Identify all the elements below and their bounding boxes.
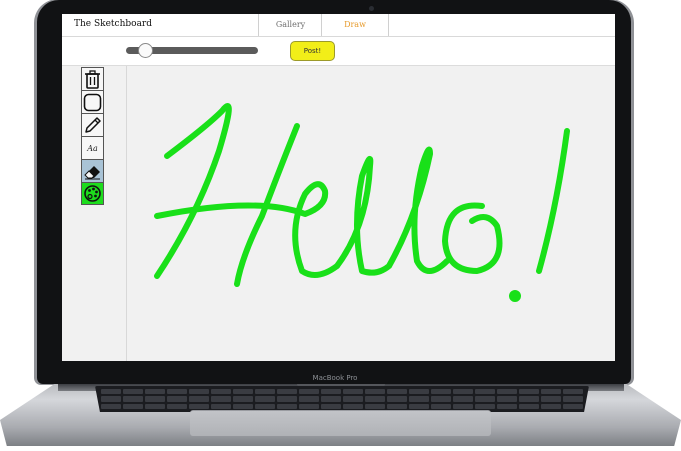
keyboard-key	[365, 389, 385, 395]
keyboard-key	[321, 396, 341, 402]
keyboard-key	[497, 396, 517, 402]
drawing-canvas[interactable]	[127, 66, 615, 361]
palette-icon	[84, 185, 101, 202]
drawing-controls: Post!	[62, 37, 615, 66]
keyboard-key	[211, 403, 231, 409]
keyboard-key	[321, 389, 341, 395]
keyboard-key	[387, 396, 407, 402]
keyboard-key	[123, 403, 143, 409]
rounded-square-icon	[83, 93, 102, 111]
text-icon: Aa	[87, 143, 98, 153]
top-navbar: The Sketchboard Gallery Draw	[62, 14, 615, 37]
keyboard-key	[365, 396, 385, 402]
keyboard-key	[497, 403, 517, 409]
keyboard-key	[299, 389, 319, 395]
keyboard-key	[211, 396, 231, 402]
keyboard-key	[563, 403, 583, 409]
keyboard-key	[541, 403, 561, 409]
keyboard-key	[233, 403, 253, 409]
keyboard	[95, 386, 589, 412]
slider-thumb[interactable]	[137, 43, 153, 58]
keyboard-key	[541, 389, 561, 395]
keyboard-key	[343, 389, 363, 395]
keyboard-key	[167, 403, 187, 409]
keyboard-key	[233, 396, 253, 402]
keyboard-key	[299, 396, 319, 402]
keyboard-key	[189, 396, 209, 402]
keyboard-key	[475, 403, 495, 409]
keyboard-key	[519, 403, 539, 409]
tab-draw[interactable]: Draw	[321, 14, 389, 36]
keyboard-key	[431, 403, 451, 409]
keyboard-key	[277, 396, 297, 402]
keyboard-key	[453, 396, 473, 402]
trackpad	[190, 410, 491, 436]
trash-button[interactable]	[81, 67, 104, 90]
keyboard-key	[101, 396, 121, 402]
keyboard-key	[343, 396, 363, 402]
pencil-button[interactable]	[81, 113, 104, 136]
keyboard-key	[189, 389, 209, 395]
keyboard-key	[101, 403, 121, 409]
keyboard-key	[475, 389, 495, 395]
shape-button[interactable]	[81, 90, 104, 113]
keyboard-key	[365, 403, 385, 409]
keyboard-key	[233, 389, 253, 395]
keyboard-key	[189, 403, 209, 409]
keyboard-key	[409, 389, 429, 395]
keyboard-key	[387, 403, 407, 409]
keyboard-key	[123, 389, 143, 395]
keyboard-key	[409, 396, 429, 402]
eraser-icon	[84, 165, 100, 179]
trash-icon	[85, 69, 100, 89]
tab-gallery[interactable]: Gallery	[258, 14, 322, 36]
keyboard-key	[255, 389, 275, 395]
stroke-exclaim-dot	[509, 290, 521, 302]
keyboard-key	[167, 396, 187, 402]
stroke-ll	[334, 146, 450, 276]
post-button[interactable]: Post!	[290, 41, 335, 61]
keyboard-key	[343, 403, 363, 409]
hello-handwriting	[154, 103, 570, 302]
keyboard-key	[123, 396, 143, 402]
text-button[interactable]: Aa	[81, 136, 104, 159]
keyboard-key	[101, 389, 121, 395]
keyboard-key	[497, 389, 517, 395]
keyboard-key	[541, 396, 561, 402]
keyboard-key	[519, 389, 539, 395]
stroke-h-left	[154, 103, 232, 279]
app-screen: The Sketchboard Gallery Draw Post! Aa	[62, 14, 615, 361]
keyboard-key	[563, 389, 583, 395]
keyboard-key	[255, 396, 275, 402]
keyboard-key	[299, 403, 319, 409]
color-picker-button[interactable]	[81, 182, 104, 205]
keyboard-key	[277, 389, 297, 395]
keyboard-key	[321, 403, 341, 409]
keyboard-key	[431, 396, 451, 402]
tool-palette: Aa	[81, 67, 104, 205]
keyboard-key	[145, 403, 165, 409]
keyboard-key	[145, 396, 165, 402]
stroke-o	[442, 202, 503, 274]
keyboard-key	[255, 403, 275, 409]
brush-size-slider[interactable]	[126, 43, 258, 58]
keyboard-key	[145, 389, 165, 395]
keyboard-key	[277, 403, 297, 409]
brand-title[interactable]: The Sketchboard	[74, 19, 152, 29]
keyboard-key	[453, 403, 473, 409]
pencil-icon	[85, 116, 101, 133]
camera-dot	[369, 6, 374, 11]
keyboard-key	[453, 389, 473, 395]
keyboard-key	[387, 389, 407, 395]
keyboard-key	[409, 403, 429, 409]
eraser-button[interactable]	[81, 159, 104, 182]
keyboard-key	[211, 389, 231, 395]
keyboard-key	[475, 396, 495, 402]
device-label: MacBook Pro	[312, 374, 358, 382]
stroke-exclaim-stem	[536, 128, 570, 274]
keyboard-key	[167, 389, 187, 395]
keyboard-key	[431, 389, 451, 395]
keyboard-key	[519, 396, 539, 402]
keyboard-key	[563, 396, 583, 402]
